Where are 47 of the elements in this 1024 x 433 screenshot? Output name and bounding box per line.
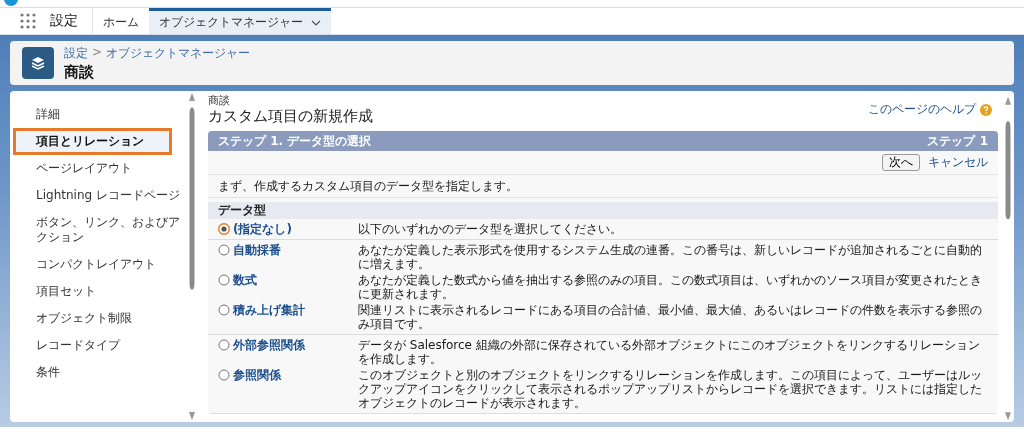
radio-button[interactable] bbox=[218, 339, 230, 351]
sidebar-item[interactable]: レコードタイプ bbox=[10, 332, 188, 359]
data-type-label[interactable]: 外部参照関係 bbox=[233, 338, 305, 352]
breadcrumb-separator: > bbox=[92, 44, 103, 61]
sidebar-scrollbar[interactable] bbox=[188, 91, 196, 422]
data-type-description: 関連リストに表示されるレコードにある項目の合計値、最小値、最大値、あるいはレコードの件数を表示する参照のみ項目です。 bbox=[358, 303, 983, 331]
sidebar-item[interactable]: 詳細 bbox=[10, 101, 188, 128]
cancel-link[interactable]: キャンセル bbox=[928, 154, 988, 171]
step-counter: ステップ 1 bbox=[927, 134, 988, 148]
breadcrumb-link[interactable]: 設定 bbox=[64, 44, 88, 62]
help-link[interactable]: このページのヘルプ bbox=[868, 101, 976, 118]
sidebar-item[interactable]: オブジェクト制限 bbox=[10, 305, 188, 332]
radio-button[interactable] bbox=[218, 244, 230, 256]
content-scrollbar[interactable] bbox=[1004, 95, 1012, 422]
object-label: 商談 bbox=[208, 95, 231, 107]
data-type-label[interactable]: 積み上げ集計 bbox=[233, 303, 305, 317]
data-type-description: あなたが定義した数式から値を抽出する参照のみの項目。この数式項目は、いずれかのソース項目が変更されたときに更新されます。 bbox=[358, 273, 983, 301]
sidebar-item[interactable]: ページレイアウト bbox=[10, 155, 188, 182]
app-launcher-icon[interactable] bbox=[20, 13, 36, 29]
data-type-description: このオブジェクトと別のオブジェクトをリンクするリレーションを作成します。この項目によって、ユーザーはルックアップアイコンをクリックして表示されるポップアップリストからレコードを選択できます。リストには指定したオブジェクトのレコードが表示されます。 bbox=[358, 368, 983, 410]
radio-button[interactable] bbox=[218, 223, 230, 235]
radio-button[interactable] bbox=[218, 304, 230, 316]
data-type-label[interactable]: 参照関係 bbox=[233, 368, 281, 382]
instruction-text: まず、作成するカスタム項目のデータ型を指定します。 bbox=[208, 175, 998, 198]
sidebar-item[interactable]: 項目とリレーション bbox=[13, 128, 172, 155]
sidebar-item[interactable]: ボタン、リンク、およびアクション bbox=[10, 209, 188, 251]
breadcrumb-link[interactable]: オブジェクトマネージャー bbox=[106, 44, 251, 62]
layers-icon bbox=[22, 47, 54, 79]
content-title: カスタム項目の新規作成 bbox=[208, 107, 373, 125]
section-header: データ型 bbox=[208, 202, 998, 219]
nav-tab[interactable]: オブジェクトマネージャー bbox=[149, 8, 331, 34]
data-type-description: データが Salesforce 組織の外部に保存されている外部オブジェクトにこのオブジェクトをリンクするリレーションを作成します。 bbox=[358, 338, 981, 366]
radio-button[interactable] bbox=[218, 274, 230, 286]
radio-button[interactable] bbox=[218, 369, 230, 381]
data-type-label[interactable]: (指定なし) bbox=[233, 222, 292, 236]
data-type-label[interactable]: 数式 bbox=[233, 273, 257, 287]
next-button[interactable]: 次へ bbox=[882, 154, 920, 171]
data-type-label[interactable]: 自動採番 bbox=[233, 243, 281, 257]
sidebar-item[interactable]: 条件 bbox=[10, 359, 188, 386]
page-title: 商談 bbox=[64, 62, 95, 82]
step-title: ステップ 1. データ型の選択 bbox=[218, 134, 372, 148]
sidebar-item[interactable]: コンパクトレイアウト bbox=[10, 251, 188, 278]
sidebar-item[interactable]: Lightning レコードページ bbox=[10, 182, 188, 209]
data-type-description: あなたが定義した表示形式を使用するシステム生成の連番。この番号は、新しいレコードが追加されるごとに自動的に増えます。 bbox=[358, 243, 983, 271]
sidebar-item[interactable]: 項目セット bbox=[10, 278, 188, 305]
help-icon[interactable] bbox=[980, 103, 992, 116]
data-type-description: 以下のいずれかのデータ型を選択してください。 bbox=[358, 222, 623, 236]
